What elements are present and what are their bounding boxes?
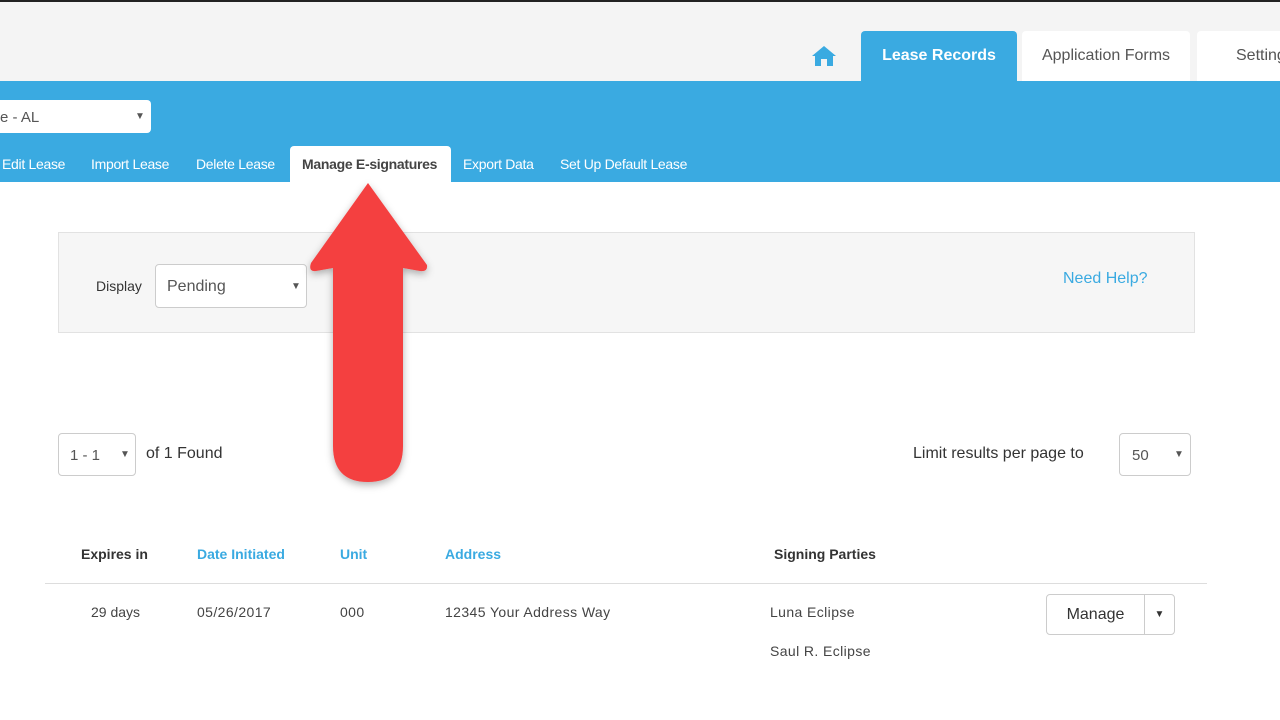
chevron-down-icon: ▼ xyxy=(1174,449,1184,460)
home-icon[interactable] xyxy=(811,45,837,67)
tab-edit-lease[interactable]: Edit Lease xyxy=(2,146,65,182)
property-select[interactable]: e - AL ▼ xyxy=(0,100,151,133)
cell-unit: 000 xyxy=(340,604,365,620)
cell-address: 12345 Your Address Way xyxy=(445,604,611,620)
found-count: of 1 Found xyxy=(146,445,223,462)
display-value: Pending xyxy=(167,278,226,295)
page-range-select[interactable]: 1 - 1 ▼ xyxy=(58,433,136,476)
page-range-value: 1 - 1 xyxy=(70,447,101,464)
chevron-down-icon: ▼ xyxy=(120,449,130,460)
cell-date: 05/26/2017 xyxy=(197,604,272,620)
limit-value: 50 xyxy=(1132,447,1149,464)
column-date-initiated[interactable]: Date Initiated xyxy=(197,546,285,562)
display-select[interactable]: Pending ▼ xyxy=(155,264,307,308)
tab-set-up-default-lease[interactable]: Set Up Default Lease xyxy=(560,146,687,182)
tab-export-data[interactable]: Export Data xyxy=(463,146,534,182)
tab-application-forms[interactable]: Application Forms xyxy=(1022,31,1190,81)
manage-dropdown-toggle[interactable]: ▼ xyxy=(1144,594,1175,635)
display-label: Display xyxy=(96,278,142,294)
tab-settings[interactable]: Settings xyxy=(1197,31,1280,81)
tab-import-lease[interactable]: Import Lease xyxy=(91,146,169,182)
cell-expires: 29 days xyxy=(91,604,141,620)
tab-manage-esignatures[interactable]: Manage E-signatures xyxy=(290,146,451,182)
column-expires-in: Expires in xyxy=(81,546,148,562)
chevron-down-icon: ▼ xyxy=(291,281,301,292)
manage-button[interactable]: Manage xyxy=(1046,594,1145,635)
table-header-divider xyxy=(45,583,1207,584)
need-help-link[interactable]: Need Help? xyxy=(1063,270,1148,288)
column-address[interactable]: Address xyxy=(445,546,501,562)
chevron-down-icon: ▼ xyxy=(135,111,145,122)
column-signing-parties: Signing Parties xyxy=(774,546,876,562)
tab-delete-lease[interactable]: Delete Lease xyxy=(196,146,275,182)
chevron-down-icon: ▼ xyxy=(1154,609,1165,620)
column-unit[interactable]: Unit xyxy=(340,546,367,562)
property-select-value: e - AL xyxy=(0,109,40,126)
tab-lease-records[interactable]: Lease Records xyxy=(861,31,1017,81)
limit-label: Limit results per page to xyxy=(913,445,1084,462)
cell-party: Saul R. Eclipse xyxy=(770,643,871,659)
cell-party: Luna Eclipse xyxy=(770,604,855,620)
limit-select[interactable]: 50 ▼ xyxy=(1119,433,1191,476)
